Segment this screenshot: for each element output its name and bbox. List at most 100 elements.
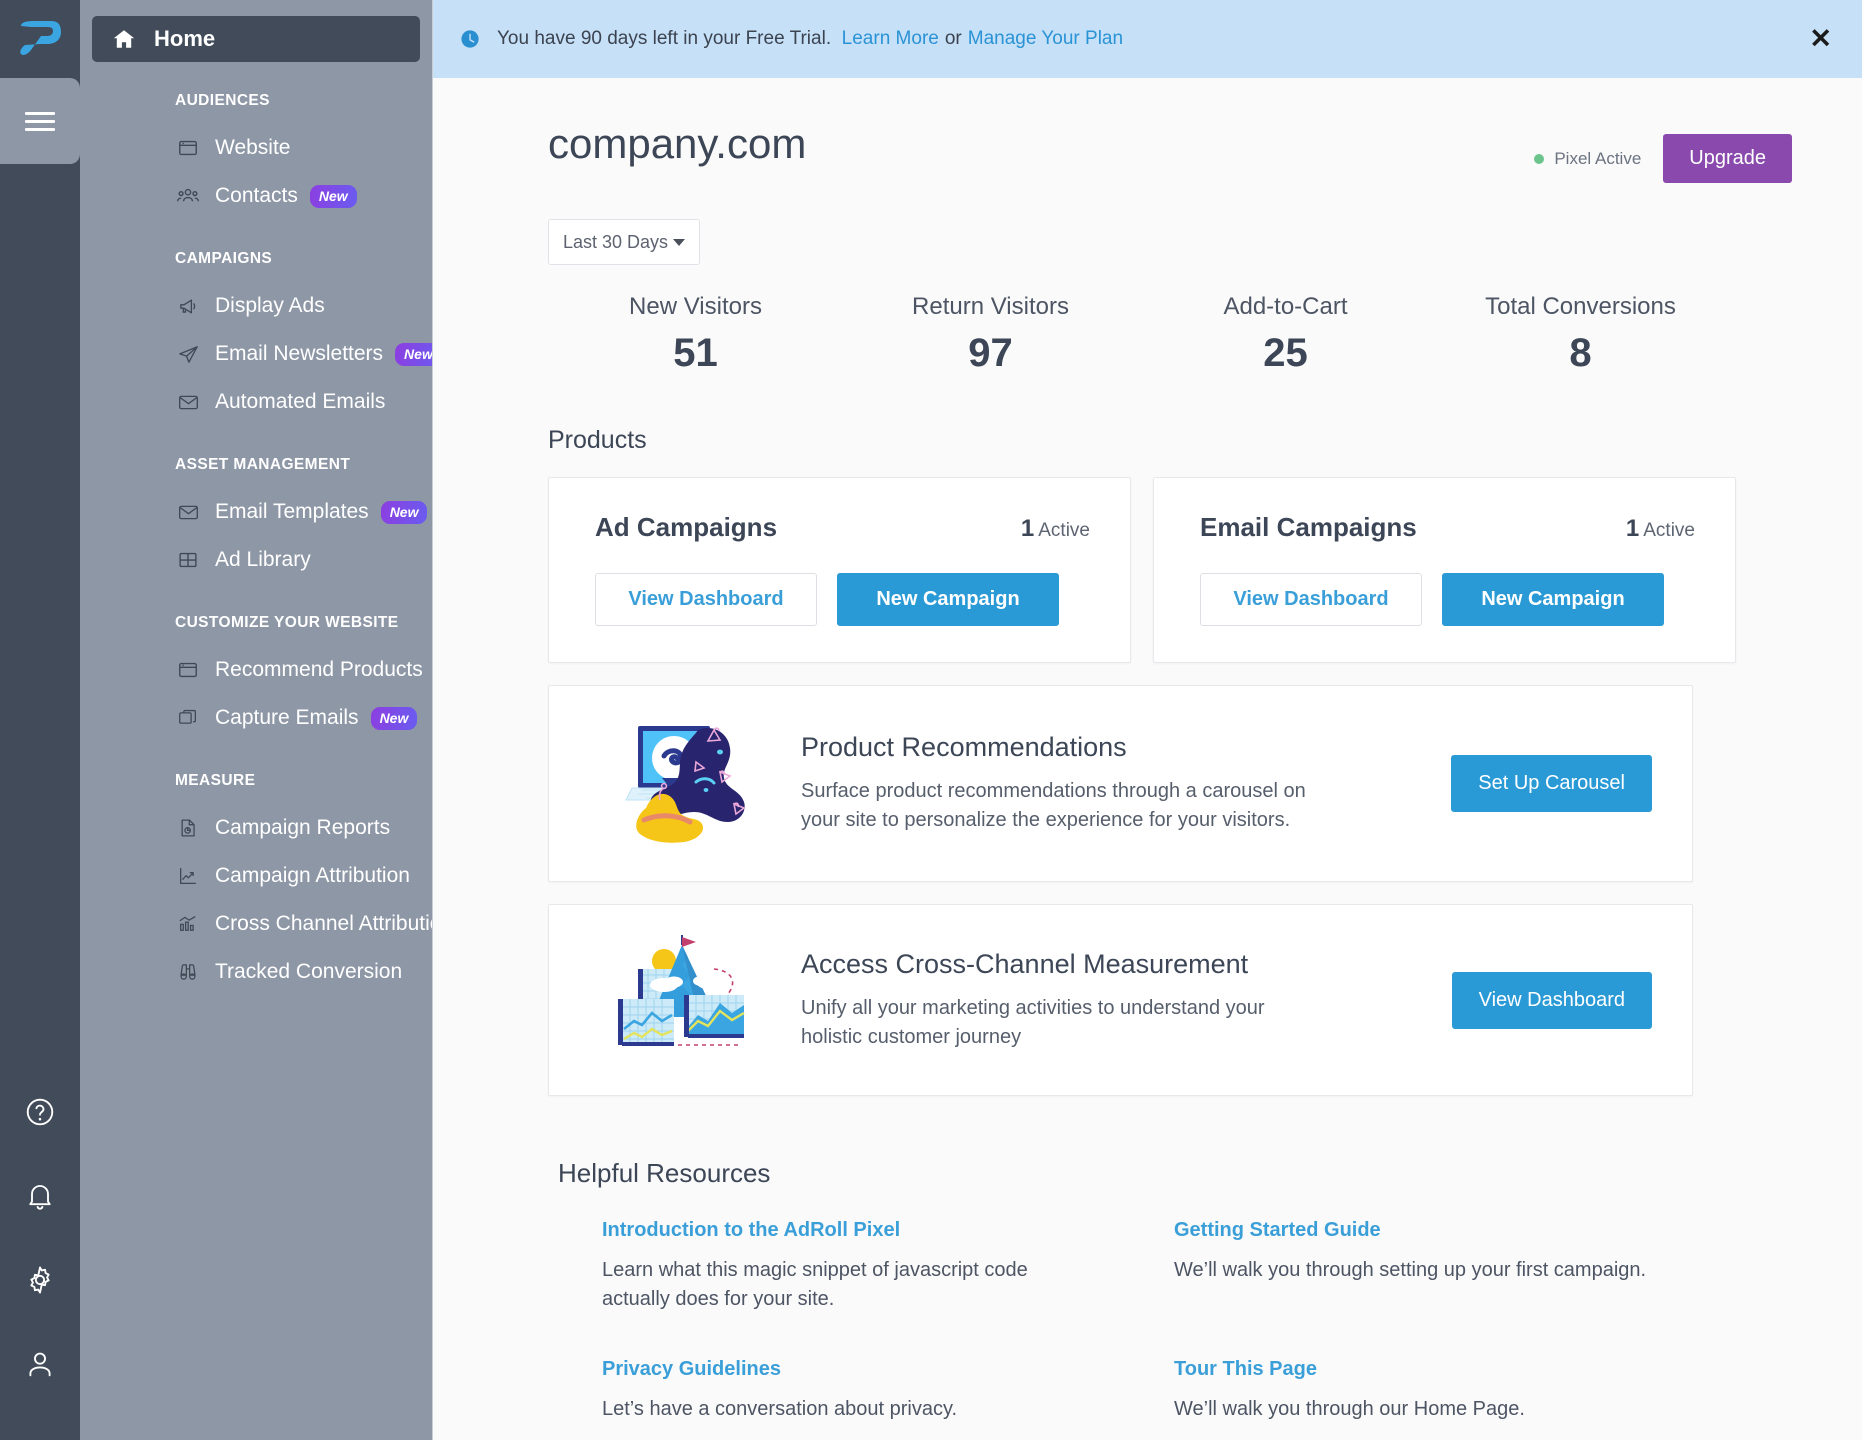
resource-link[interactable]: Privacy Guidelines [602,1358,1174,1381]
sidebar-item-label: Automated Emails [215,390,385,414]
metric-add-to-cart: Add-to-Cart 25 [1138,293,1433,376]
sidebar-item-home[interactable]: Home [92,16,420,62]
bell-icon[interactable] [0,1154,80,1238]
new-badge: New [371,707,418,730]
view-dashboard-button[interactable]: View Dashboard [1452,972,1652,1029]
sidebar-item-contacts[interactable]: Contacts New [80,172,432,220]
resource-description: We’ll walk you through our Home Page. [1174,1395,1654,1424]
promo-text: Product Recommendations Surface product … [767,732,1431,835]
sidebar-item-email-newsletters[interactable]: Email Newsletters New [80,330,432,378]
product-card-buttons: View Dashboard New Campaign [595,573,1090,626]
sidebar-section-title: CAMPAIGNS [80,250,432,272]
metric-total-conversions: Total Conversions 8 [1433,293,1728,376]
home-icon [112,27,136,51]
date-range-value: Last 30 Days [563,232,668,253]
people-group-icon [176,184,200,208]
metric-value: 25 [1138,331,1433,376]
megaphone-icon [176,294,200,318]
sidebar-section-title: MEASURE [80,772,432,794]
hamburger-menu-icon[interactable] [0,78,80,164]
upgrade-button[interactable]: Upgrade [1663,134,1792,183]
sidebar-item-label: Capture Emails [215,706,359,730]
resource-link[interactable]: Tour This Page [1174,1358,1792,1381]
status-dot-icon [1534,154,1544,164]
binoculars-icon [176,960,200,984]
sidebar-item-cross-channel-attribution[interactable]: Cross Channel Attribution [80,900,432,948]
sidebar-item-tracked-conversion[interactable]: Tracked Conversion [80,948,432,996]
sidebar-item-campaign-reports[interactable]: Campaign Reports [80,804,432,852]
sidebar-section-customize-website: CUSTOMIZE YOUR WEBSITE Recommend Product… [80,614,432,742]
sidebar-section-audiences: AUDIENCES Website Contacts [80,92,432,220]
icon-rail [0,0,80,1440]
sidebar-section-campaigns: CAMPAIGNS Display Ads [80,250,432,426]
sidebar-item-automated-emails[interactable]: Automated Emails [80,378,432,426]
sidebar-item-ad-library[interactable]: Ad Library [80,536,432,584]
sidebar-home-label: Home [154,26,215,52]
resource-description: Let’s have a conversation about privacy. [602,1395,1082,1424]
envelope-icon [176,390,200,414]
promo-card-cross-channel-measurement: Access Cross-Channel Measurement Unify a… [548,904,1693,1096]
resource-link[interactable]: Introduction to the AdRoll Pixel [602,1219,1174,1242]
promo-card-product-recommendations: Product Recommendations Surface product … [548,685,1693,882]
adroll-logo-icon[interactable] [0,0,80,80]
sidebar-item-label: Email Templates [215,500,369,524]
sidebar-item-label: Campaign Reports [215,816,390,840]
metric-value: 97 [843,331,1138,376]
new-campaign-button[interactable]: New Campaign [837,573,1059,626]
set-up-carousel-button[interactable]: Set Up Carousel [1451,755,1652,812]
new-campaign-button[interactable]: New Campaign [1442,573,1664,626]
sidebar-item-campaign-attribution[interactable]: Campaign Attribution [80,852,432,900]
resource-link[interactable]: Getting Started Guide [1174,1219,1792,1242]
line-chart-icon [176,864,200,888]
promo-action: View Dashboard [1432,972,1652,1029]
date-range-select[interactable]: Last 30 Days [548,219,700,265]
learn-more-link[interactable]: Learn More [842,28,939,50]
metric-label: Add-to-Cart [1138,293,1433,321]
sidebar-item-capture-emails[interactable]: Capture Emails New [80,694,432,742]
hamburger-bars [25,107,55,136]
view-dashboard-button[interactable]: View Dashboard [1200,573,1422,626]
manage-your-plan-link[interactable]: Manage Your Plan [968,28,1123,50]
gear-icon[interactable] [0,1238,80,1322]
sidebar-section-title: AUDIENCES [80,92,432,114]
metric-label: Return Visitors [843,293,1138,321]
page-title: company.com [548,120,806,168]
paper-plane-icon [176,342,200,366]
sidebar-item-label: Contacts [215,184,298,208]
metric-value: 8 [1433,331,1728,376]
sidebar-item-website[interactable]: Website [80,124,432,172]
main-area: You have 90 days left in your Free Trial… [432,0,1862,1440]
sidebar-section-asset-management: ASSET MANAGEMENT Email Templates New Ad … [80,456,432,584]
product-card-buttons: View Dashboard New Campaign [1200,573,1695,626]
help-icon[interactable] [0,1070,80,1154]
product-active-count: 1Active [1021,515,1090,543]
product-card-ad-campaigns: Ad Campaigns 1Active View Dashboard New … [548,477,1131,663]
sidebar-item-label: Cross Channel Attribution [215,912,432,936]
status-badge: Pixel Active [1534,149,1641,169]
sidebar-item-display-ads[interactable]: Display Ads [80,282,432,330]
trial-message: You have 90 days left in your Free Trial… [497,28,831,50]
promo-title: Product Recommendations [801,732,1431,763]
browser-window-icon [176,136,200,160]
clock-icon [459,28,481,50]
bar-chart-icon [176,912,200,936]
sidebar-item-email-templates[interactable]: Email Templates New [80,488,432,536]
product-card-header: Email Campaigns 1Active [1200,512,1695,543]
view-dashboard-button[interactable]: View Dashboard [595,573,817,626]
resource-description: We’ll walk you through setting up your f… [1174,1256,1654,1285]
product-card-header: Ad Campaigns 1Active [595,512,1090,543]
sidebar-item-recommend-products[interactable]: Recommend Products [80,646,432,694]
document-chart-icon [176,816,200,840]
active-count-value: 1 [1626,515,1639,542]
user-icon[interactable] [0,1322,80,1406]
layers-icon [176,706,200,730]
resource-item-adroll-pixel: Introduction to the AdRoll Pixel Learn w… [602,1219,1174,1314]
rail-bottom-icons [0,1070,80,1440]
page-header: company.com Pixel Active Upgrade [548,120,1792,183]
active-count-suffix: Active [1038,520,1090,541]
promo-description: Unify all your marketing activities to u… [801,994,1331,1052]
sidebar-item-label: Ad Library [215,548,311,572]
active-count-value: 1 [1021,515,1034,542]
close-icon[interactable]: ✕ [1809,26,1832,53]
product-card-title: Ad Campaigns [595,512,777,543]
